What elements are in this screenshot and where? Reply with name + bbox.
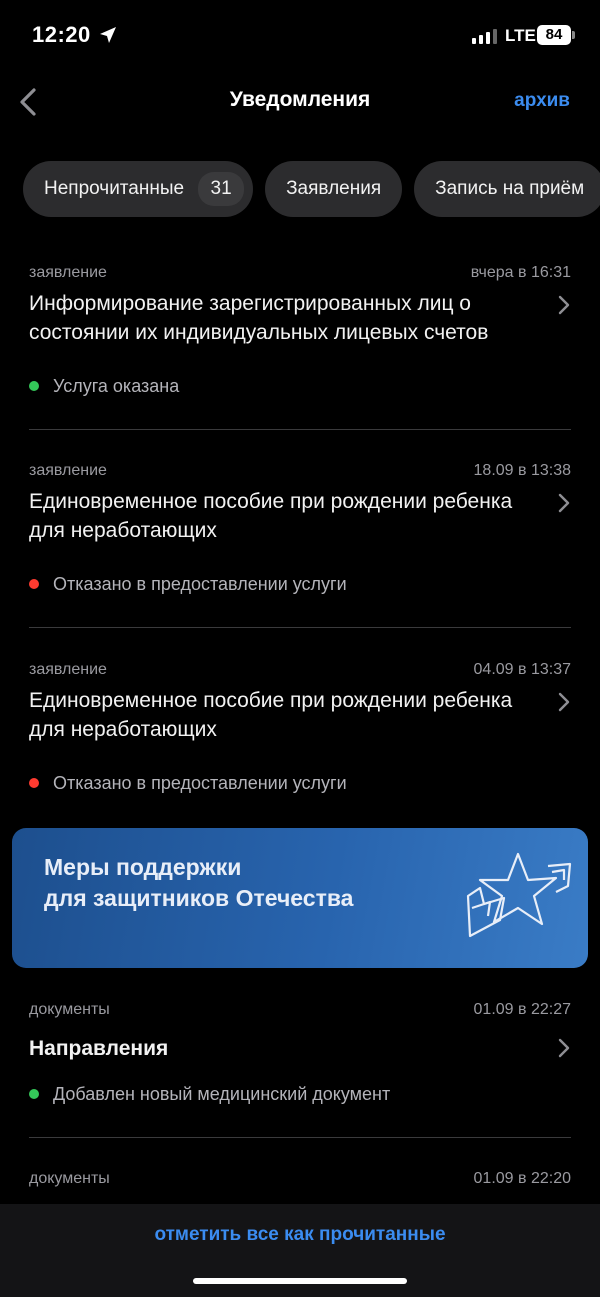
notification-category: заявление	[29, 264, 107, 281]
notification-time: 01.09 в 22:20	[473, 1170, 571, 1187]
notification-category: заявление	[29, 462, 107, 479]
notification-title: Направления	[29, 1037, 169, 1060]
filter-chip-applications[interactable]: Заявления	[265, 161, 403, 217]
notification-item[interactable]: заявление вчера в 16:31 Информирование з…	[29, 264, 571, 414]
notification-title: Единовременное пособие при рождении ребе…	[29, 490, 513, 542]
banner-line-1: Меры поддержки	[44, 854, 242, 880]
divider	[29, 1137, 571, 1138]
filter-chip-unread[interactable]: Непрочитанные 31	[23, 161, 254, 217]
archive-link[interactable]: архив	[514, 90, 570, 112]
notification-time: вчера в 16:31	[470, 264, 571, 281]
location-arrow-icon	[100, 27, 116, 43]
notification-status: Отказано в предоставлении услуги	[53, 574, 347, 594]
filter-chip-label: Непрочитанные	[44, 178, 185, 199]
notification-item[interactable]: документы 01.09 в 22:27 Направления Доба…	[29, 1001, 571, 1121]
filter-chips: Непрочитанные 31 Заявления Запись на при…	[23, 161, 600, 217]
notification-status: Услуга оказана	[53, 376, 180, 396]
divider	[29, 429, 571, 430]
chevron-right-icon	[558, 295, 570, 315]
star-icon	[466, 852, 572, 938]
chevron-right-icon	[558, 1038, 570, 1058]
divider	[29, 627, 571, 628]
bottom-action-bar: отметить все как прочитанные	[0, 1204, 600, 1297]
page-title: Уведомления	[229, 88, 371, 111]
banner-text: Меры поддержки для защитников Отечества	[44, 852, 353, 914]
battery-icon: 84	[537, 25, 571, 45]
network-label: LTE	[505, 26, 536, 45]
battery-nub	[572, 31, 575, 39]
notification-category: документы	[29, 1001, 110, 1018]
status-dot	[29, 579, 39, 589]
notification-status: Отказано в предоставлении услуги	[53, 773, 347, 793]
notification-title: Единовременное пособие при рождении ребе…	[29, 689, 513, 741]
notification-item[interactable]: документы 01.09 в 22:20	[29, 1170, 571, 1200]
status-bar: 12:20 LTE 84	[0, 0, 600, 72]
support-measures-banner[interactable]: Меры поддержки для защитников Отечества	[12, 828, 588, 968]
filter-chip-label: Заявления	[286, 178, 382, 199]
notification-title: Информирование зарегистрированных лиц о …	[29, 292, 489, 344]
notification-item[interactable]: заявление 04.09 в 13:37 Единовременное п…	[29, 661, 571, 811]
status-dot	[29, 1089, 39, 1099]
notification-time: 01.09 в 22:27	[473, 1001, 571, 1018]
status-dot	[29, 778, 39, 788]
nav-bar: Уведомления архив	[0, 76, 600, 128]
notification-time: 18.09 в 13:38	[473, 462, 571, 479]
chevron-right-icon	[558, 692, 570, 712]
unread-count-badge: 31	[198, 172, 245, 206]
mark-all-read-button[interactable]: отметить все как прочитанные	[0, 1224, 600, 1246]
status-dot	[29, 381, 39, 391]
banner-line-2: для защитников Отечества	[44, 885, 354, 911]
notification-time: 04.09 в 13:37	[473, 661, 571, 678]
signal-icon	[472, 28, 497, 44]
filter-chip-appointments[interactable]: Запись на приём	[414, 161, 600, 217]
chevron-right-icon	[558, 493, 570, 513]
home-indicator[interactable]	[193, 1278, 407, 1284]
notification-item[interactable]: заявление 18.09 в 13:38 Единовременное п…	[29, 462, 571, 612]
status-time: 12:20	[32, 22, 91, 47]
filter-chip-label: Запись на приём	[435, 178, 585, 199]
notification-category: документы	[29, 1170, 110, 1187]
notification-status: Добавлен новый медицинский документ	[53, 1084, 391, 1104]
notification-category: заявление	[29, 661, 107, 678]
